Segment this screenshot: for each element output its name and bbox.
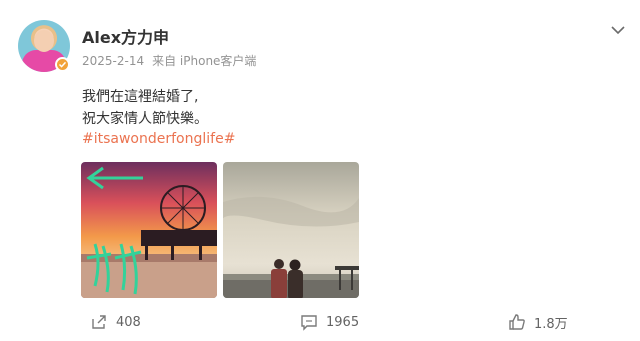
post-date[interactable]: 2025-2-14 <box>82 54 144 68</box>
username[interactable]: Alex方力申 <box>82 24 169 48</box>
chevron-down-icon[interactable] <box>608 22 628 36</box>
avatar-face <box>34 30 54 52</box>
weibo-post: Alex方力申 2025-2-14 来自 iPhone客户端 我們在這裡結婚了, … <box>0 0 640 341</box>
like-button[interactable]: 1.8万 <box>508 310 568 334</box>
like-count: 1.8万 <box>534 316 568 332</box>
comment-icon <box>301 315 317 331</box>
post-image-2[interactable] <box>223 162 359 298</box>
comment-button[interactable]: 1965 <box>300 310 359 334</box>
hashtag-link[interactable]: #itsawonderfonglife# <box>82 131 235 147</box>
post-source: 来自 iPhone客户端 <box>152 54 257 68</box>
share-icon <box>92 315 106 329</box>
verified-badge-icon <box>55 57 70 72</box>
comment-count: 1965 <box>326 314 360 330</box>
post-text-line-2: 祝大家情人節快樂。 <box>82 111 208 127</box>
post-image-1[interactable] <box>81 162 217 298</box>
forward-count: 408 <box>116 314 141 330</box>
thumbs-up-icon <box>509 314 525 330</box>
action-bar: 408 1965 1.8万 <box>0 310 640 334</box>
forward-button[interactable]: 408 <box>90 310 141 334</box>
post-text-line-1: 我們在這裡結婚了, <box>82 89 199 105</box>
post-meta: 2025-2-14 来自 iPhone客户端 <box>82 52 256 69</box>
